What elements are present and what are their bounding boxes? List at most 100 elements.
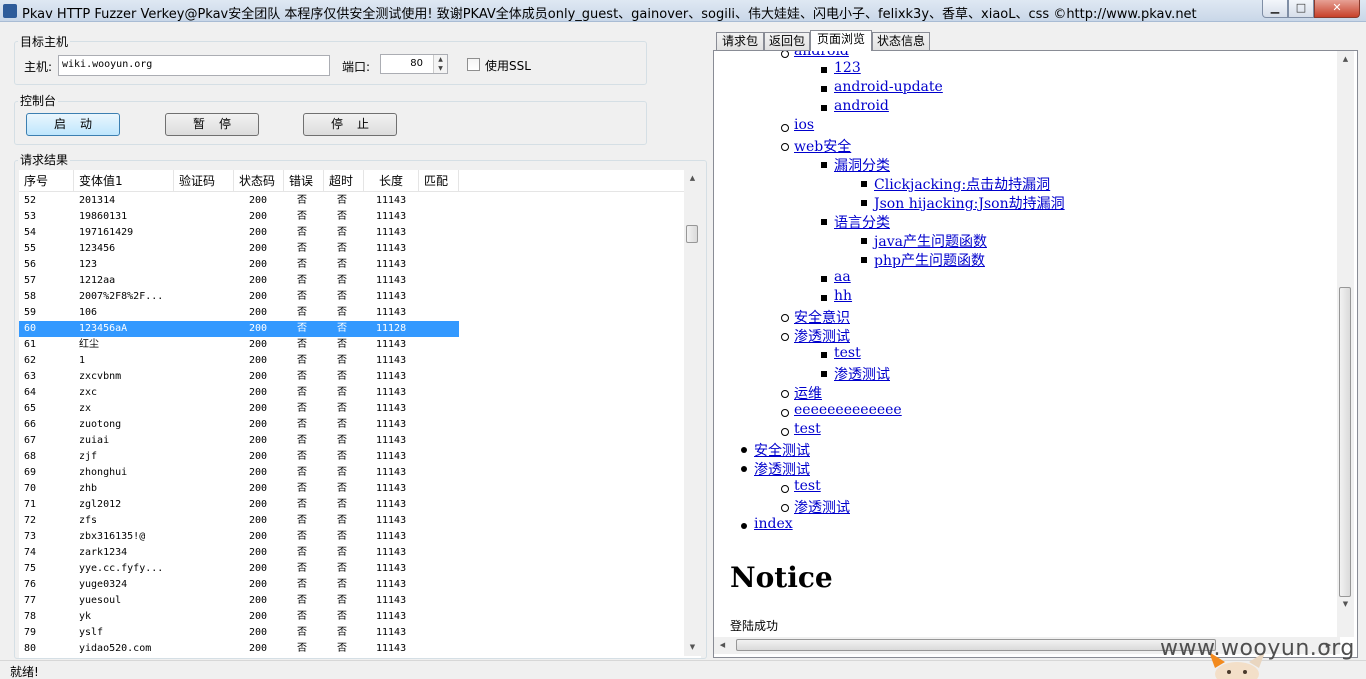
page-scroll-thumb[interactable] [1339,287,1351,597]
tree-link[interactable]: web安全 [794,139,851,155]
table-row[interactable]: 55 123456 200 否 否 11143 [19,241,459,257]
tree-link[interactable]: android-update [834,79,943,95]
port-spinner[interactable]: 80 ▲ ▼ [380,54,448,74]
table-row[interactable]: 65 zx 200 否 否 11143 [19,401,459,417]
cell-timeout: 否 [337,339,347,350]
port-spinner-arrows[interactable]: ▲ ▼ [433,55,447,73]
table-row[interactable]: 66 zuotong 200 否 否 11143 [19,417,459,433]
table-row[interactable]: 56 123 200 否 否 11143 [19,257,459,273]
table-row[interactable]: 69 zhonghui 200 否 否 11143 [19,465,459,481]
tree-link[interactable]: 漏洞分类 [834,158,890,174]
tree-link[interactable]: 安全测试 [754,443,810,459]
minimize-button[interactable]: ▁ [1262,0,1288,18]
table-row[interactable]: 68 zjf 200 否 否 11143 [19,449,459,465]
tree-link[interactable]: php产生问题函数 [874,253,985,269]
tree-link[interactable]: java产生问题函数 [874,234,987,250]
cell-timeout: 否 [337,419,347,430]
spin-down-icon[interactable]: ▼ [434,64,447,73]
tree-link[interactable]: 渗透测试 [834,367,890,383]
page-scroll-left-icon[interactable]: ◀ [714,637,731,654]
tree-link[interactable]: android [794,51,849,59]
scroll-thumb[interactable] [686,225,698,243]
tree-link[interactable]: 运维 [794,386,822,402]
table-row[interactable]: 67 zuiai 200 否 否 11143 [19,433,459,449]
table-row[interactable]: 60 123456aA 200 否 否 11128 [19,321,459,337]
col-variant[interactable]: 变体值1 [74,170,174,192]
close-button[interactable]: ✕ [1314,0,1360,18]
table-row[interactable]: 71 zgl2012 200 否 否 11143 [19,497,459,513]
tree-link[interactable]: Clickjacking:点击劫持漏洞 [874,177,1050,193]
start-button[interactable]: 启动 [26,113,120,136]
table-row[interactable]: 52 201314 200 否 否 11143 [19,193,459,209]
table-row[interactable]: 59 106 200 否 否 11143 [19,305,459,321]
tree-link[interactable]: aa [834,269,851,285]
tree-link[interactable]: 123 [834,60,861,76]
tree-link[interactable]: 渗透测试 [794,329,850,345]
tab-page-view[interactable]: 页面浏览 [810,30,872,51]
col-length[interactable]: 长度 [364,170,419,192]
cell-error: 否 [297,547,307,558]
table-row[interactable]: 72 zfs 200 否 否 11143 [19,513,459,529]
results-scrollbar[interactable]: ▲ ▼ [684,170,701,656]
tab-request[interactable]: 请求包 [716,32,764,50]
cell-status: 200 [249,419,268,430]
col-timeout[interactable]: 超时 [324,170,364,192]
page-hscroll-thumb[interactable] [736,639,1216,651]
page-scroll-up-icon[interactable]: ▲ [1337,51,1354,68]
stop-button[interactable]: 停止 [303,113,397,136]
maximize-button[interactable]: □ [1288,0,1314,18]
tree-link[interactable]: android [834,98,889,114]
col-error[interactable]: 错误 [284,170,324,192]
tree-link[interactable]: index [754,516,793,532]
table-row[interactable]: 63 zxcvbnm 200 否 否 11143 [19,369,459,385]
table-row[interactable]: 79 yslf 200 否 否 11143 [19,625,459,641]
table-row[interactable]: 64 zxc 200 否 否 11143 [19,385,459,401]
tree-link[interactable]: 语言分类 [834,215,890,231]
table-row[interactable]: 80 yidao520.com 200 否 否 11143 [19,641,459,657]
cell-status: 200 [249,387,268,398]
page-vscrollbar[interactable]: ▲ ▼ [1337,51,1354,637]
table-row[interactable]: 62 1 200 否 否 11143 [19,353,459,369]
pause-button[interactable]: 暂停 [165,113,259,136]
table-row[interactable]: 53 19860131 200 否 否 11143 [19,209,459,225]
table-row[interactable]: 58 2007%2F8%2F... 200 否 否 11143 [19,289,459,305]
cell-length: 11143 [376,291,407,302]
tree-link[interactable]: 渗透测试 [794,500,850,516]
table-row[interactable]: 54 197161429 200 否 否 11143 [19,225,459,241]
col-status[interactable]: 状态码 [234,170,284,192]
table-row[interactable]: 75 yye.cc.fyfy... 200 否 否 11143 [19,561,459,577]
table-row[interactable]: 77 yuesoul 200 否 否 11143 [19,593,459,609]
col-index[interactable]: 序号 [19,170,74,192]
list-bullet [781,143,789,151]
col-captcha[interactable]: 验证码 [174,170,234,192]
results-list[interactable]: 序号 变体值1 验证码 状态码 错误 超时 长度 匹配 52 201314 200 否… [19,170,701,658]
tree-link[interactable]: test [794,478,821,494]
spin-up-icon[interactable]: ▲ [434,55,447,64]
tree-link[interactable]: ios [794,117,814,133]
host-input[interactable]: wiki.wooyun.org [58,55,330,76]
page-scroll-down-icon[interactable]: ▼ [1337,596,1354,613]
table-row[interactable]: 76 yuge0324 200 否 否 11143 [19,577,459,593]
cell-status: 200 [249,579,268,590]
scroll-up-icon[interactable]: ▲ [684,170,701,187]
ssl-checkbox[interactable] [467,58,480,71]
tree-link[interactable]: 安全意识 [794,310,850,326]
table-row[interactable]: 61 红尘 200 否 否 11143 [19,337,459,353]
cell-error: 否 [297,243,307,254]
tree-link[interactable]: eeeeeeeeeeeee [794,402,902,418]
tree-link[interactable]: Json hijacking:Json劫持漏洞 [874,196,1065,212]
table-row[interactable]: 73 zbx316135!@ 200 否 否 11143 [19,529,459,545]
col-match[interactable]: 匹配 [419,170,459,192]
table-row[interactable]: 74 zark1234 200 否 否 11143 [19,545,459,561]
tree-link[interactable]: hh [834,288,852,304]
table-row[interactable]: 57 1212aa 200 否 否 11143 [19,273,459,289]
tree-link[interactable]: 渗透测试 [754,462,810,478]
tab-response[interactable]: 返回包 [764,32,810,50]
table-row[interactable]: 70 zhb 200 否 否 11143 [19,481,459,497]
tree-link[interactable]: test [834,345,861,361]
table-row[interactable]: 78 yk 200 否 否 11143 [19,609,459,625]
scroll-down-icon[interactable]: ▼ [684,639,701,656]
tab-status-info[interactable]: 状态信息 [872,32,930,50]
ssl-label[interactable]: 使用SSL [485,57,531,74]
tree-link[interactable]: test [794,421,821,437]
